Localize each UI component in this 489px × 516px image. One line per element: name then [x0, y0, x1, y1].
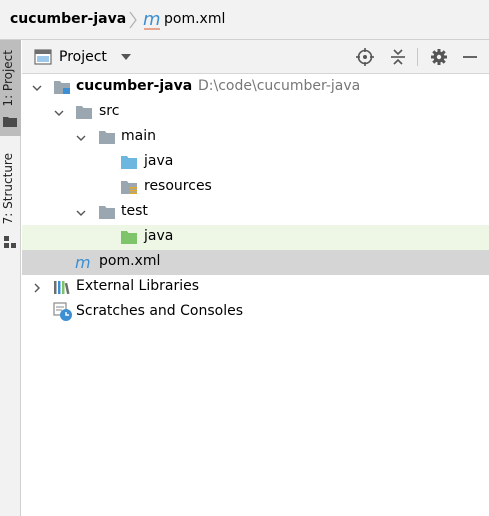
tree-row-scratches[interactable]: Scratches and Consoles: [22, 300, 489, 325]
test-source-folder-icon: [121, 231, 137, 244]
file-label-pom: pom.xml: [99, 253, 161, 269]
module-folder-icon: [54, 81, 70, 94]
folder-label-src: src: [99, 103, 120, 119]
tool-window-strip: 1: Project 7: Structure: [0, 40, 21, 516]
collapse-all-icon[interactable]: [388, 47, 408, 67]
chevron-down-icon[interactable]: [31, 82, 43, 94]
chevron-down-icon[interactable]: [120, 52, 132, 62]
tree-row-src[interactable]: src: [22, 100, 489, 125]
tree-row-main[interactable]: main: [22, 125, 489, 150]
breadcrumb-file[interactable]: pom.xml: [164, 11, 225, 27]
folder-label-resources: resources: [144, 178, 212, 194]
folder-icon: [3, 117, 17, 127]
breadcrumb: cucumber-java m pom.xml: [0, 0, 489, 40]
folder-label-test: test: [121, 203, 148, 219]
svg-text:m: m: [75, 254, 91, 270]
folder-label-main-java: java: [144, 153, 174, 169]
chevron-down-icon[interactable]: [53, 107, 65, 119]
label-scratches-consoles: Scratches and Consoles: [76, 303, 243, 319]
folder-icon: [99, 206, 115, 219]
minimize-icon[interactable]: [460, 47, 480, 67]
chevron-down-icon[interactable]: [75, 132, 87, 144]
breadcrumb-separator-icon: [129, 11, 137, 29]
tree-row-pom[interactable]: m pom.xml: [22, 250, 489, 275]
project-tool-tab[interactable]: 1: Project: [0, 40, 21, 136]
maven-m-icon: m: [75, 254, 91, 270]
tree-row-test[interactable]: test: [22, 200, 489, 225]
tree-row-root[interactable]: cucumber-java D:\code\cucumber-java: [22, 75, 489, 100]
tree-row-external-libraries[interactable]: External Libraries: [22, 275, 489, 300]
maven-m-icon: m: [143, 9, 161, 30]
gear-icon[interactable]: [429, 47, 449, 67]
tree-row-resources[interactable]: resources: [22, 175, 489, 200]
project-tree: cucumber-java D:\code\cucumber-java src …: [22, 74, 489, 516]
svg-text:m: m: [143, 9, 161, 30]
folder-icon: [99, 131, 115, 144]
project-tab-label: 1: Project: [1, 50, 15, 107]
structure-tab-label[interactable]: 7: Structure: [1, 153, 15, 224]
header-divider: [417, 48, 418, 66]
project-window-icon: [34, 49, 52, 65]
project-view-selector[interactable]: Project: [59, 49, 107, 65]
chevron-right-icon[interactable]: [31, 282, 43, 294]
structure-icon[interactable]: [4, 236, 16, 248]
libraries-icon: [54, 281, 70, 295]
label-external-libraries: External Libraries: [76, 278, 199, 294]
root-project-path: D:\code\cucumber-java: [198, 78, 361, 94]
tree-row-main-java[interactable]: java: [22, 150, 489, 175]
locate-icon[interactable]: [355, 47, 375, 67]
chevron-down-icon[interactable]: [75, 207, 87, 219]
folder-label-main: main: [121, 128, 156, 144]
project-panel-header: Project: [22, 40, 489, 74]
source-folder-icon: [121, 156, 137, 169]
breadcrumb-project[interactable]: cucumber-java: [10, 11, 126, 27]
tree-row-test-java[interactable]: java: [22, 225, 489, 250]
resources-folder-icon: [121, 181, 137, 194]
folder-label-test-java: java: [144, 228, 174, 244]
root-project-name: cucumber-java: [76, 78, 193, 94]
scratches-icon: [53, 302, 72, 321]
folder-icon: [76, 106, 92, 119]
